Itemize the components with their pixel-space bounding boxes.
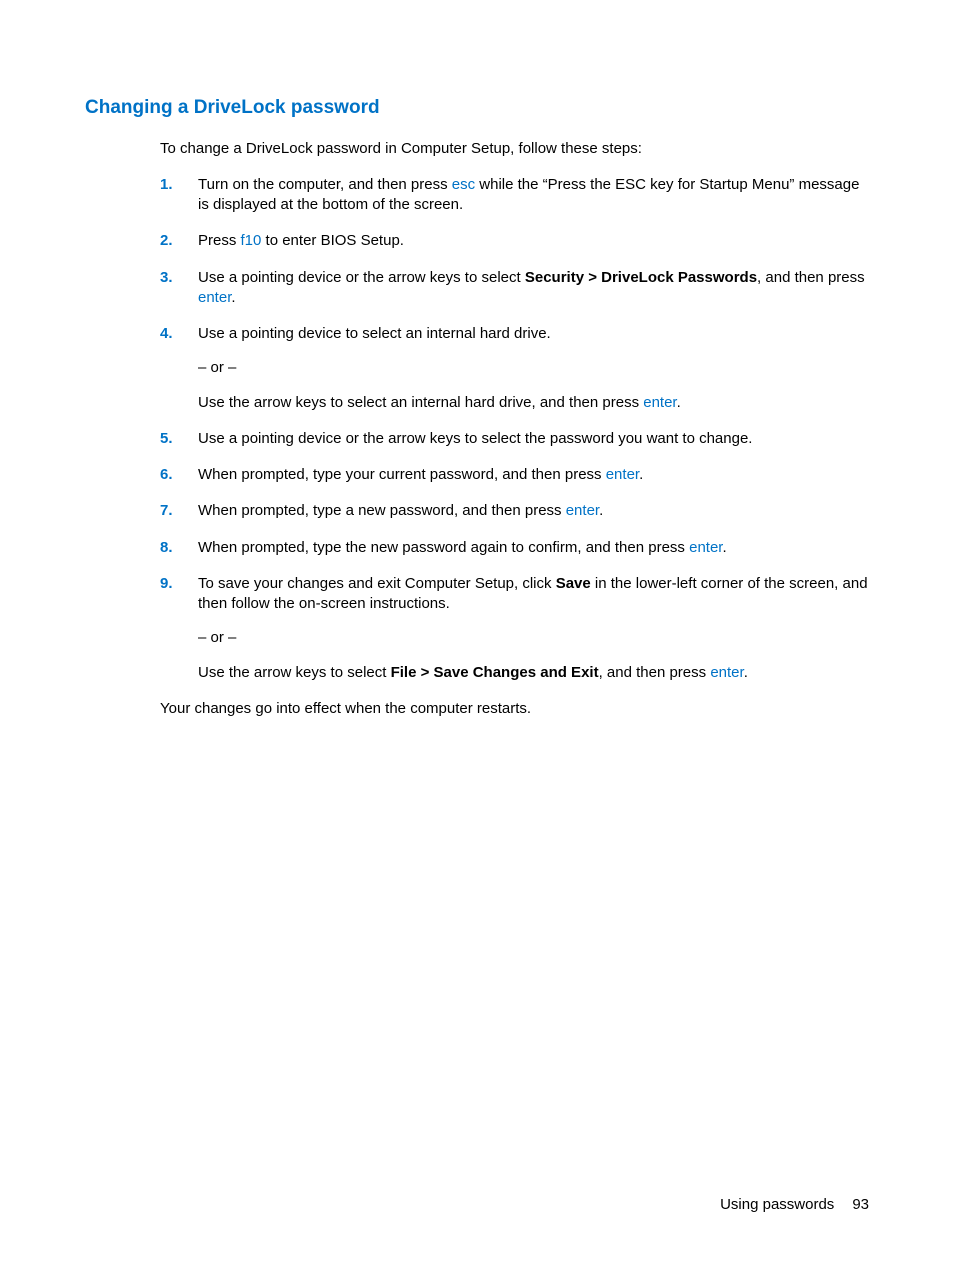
key-enter: enter [710, 664, 743, 681]
step-text: Press [198, 232, 241, 249]
step-number: 5. [160, 429, 173, 449]
step-number: 8. [160, 538, 173, 558]
step-text: . [599, 502, 603, 519]
menu-path: Security > DriveLock Passwords [525, 269, 757, 286]
step-number: 1. [160, 175, 173, 195]
menu-path: File > Save Changes and Exit [391, 664, 599, 681]
step-text: . [744, 664, 748, 681]
step-text: Turn on the computer, and then press [198, 176, 452, 193]
key-enter: enter [198, 289, 231, 306]
key-f10: f10 [241, 232, 262, 249]
step-text: Use the arrow keys to select an internal… [198, 394, 643, 411]
step-7: 7. When prompted, type a new password, a… [160, 501, 869, 521]
step-text: . [677, 394, 681, 411]
step-text: , and then press [757, 269, 865, 286]
step-text: When prompted, type a new password, and … [198, 502, 566, 519]
key-esc: esc [452, 176, 475, 193]
key-enter: enter [689, 539, 722, 556]
step-5: 5. Use a pointing device or the arrow ke… [160, 429, 869, 449]
step-text: When prompted, type your current passwor… [198, 466, 606, 483]
key-enter: enter [643, 394, 676, 411]
intro-text: To change a DriveLock password in Comput… [160, 139, 869, 159]
button-label-save: Save [556, 575, 591, 592]
footer-section: Using passwords [720, 1196, 834, 1213]
step-text: Use a pointing device or the arrow keys … [198, 430, 752, 447]
page-footer: Using passwords 93 [720, 1195, 869, 1215]
step-3: 3. Use a pointing device or the arrow ke… [160, 268, 869, 309]
step-number: 4. [160, 324, 173, 344]
step-text: , and then press [599, 664, 711, 681]
step-text: Use a pointing device to select an inter… [198, 325, 551, 342]
key-enter: enter [606, 466, 639, 483]
footer-page-number: 93 [852, 1196, 869, 1213]
step-number: 7. [160, 501, 173, 521]
or-separator: – or – [198, 358, 869, 378]
step-number: 2. [160, 231, 173, 251]
step-8: 8. When prompted, type the new password … [160, 538, 869, 558]
step-9: 9. To save your changes and exit Compute… [160, 574, 869, 683]
step-text: to enter BIOS Setup. [261, 232, 404, 249]
step-number: 6. [160, 465, 173, 485]
step-text: . [231, 289, 235, 306]
step-text: . [639, 466, 643, 483]
step-text: . [722, 539, 726, 556]
steps-list: 1. Turn on the computer, and then press … [160, 175, 869, 683]
step-text: To save your changes and exit Computer S… [198, 575, 556, 592]
key-enter: enter [566, 502, 599, 519]
step-text: Use the arrow keys to select [198, 664, 391, 681]
step-text: When prompted, type the new password aga… [198, 539, 689, 556]
section-heading: Changing a DriveLock password [85, 95, 869, 121]
step-alt-text: Use the arrow keys to select File > Save… [198, 663, 869, 683]
step-6: 6. When prompted, type your current pass… [160, 465, 869, 485]
step-text: Use a pointing device or the arrow keys … [198, 269, 525, 286]
step-2: 2. Press f10 to enter BIOS Setup. [160, 231, 869, 251]
step-1: 1. Turn on the computer, and then press … [160, 175, 869, 216]
step-4: 4. Use a pointing device to select an in… [160, 324, 869, 413]
closing-text: Your changes go into effect when the com… [160, 699, 869, 719]
or-separator: – or – [198, 628, 869, 648]
step-alt-text: Use the arrow keys to select an internal… [198, 393, 869, 413]
step-number: 3. [160, 268, 173, 288]
step-number: 9. [160, 574, 173, 594]
